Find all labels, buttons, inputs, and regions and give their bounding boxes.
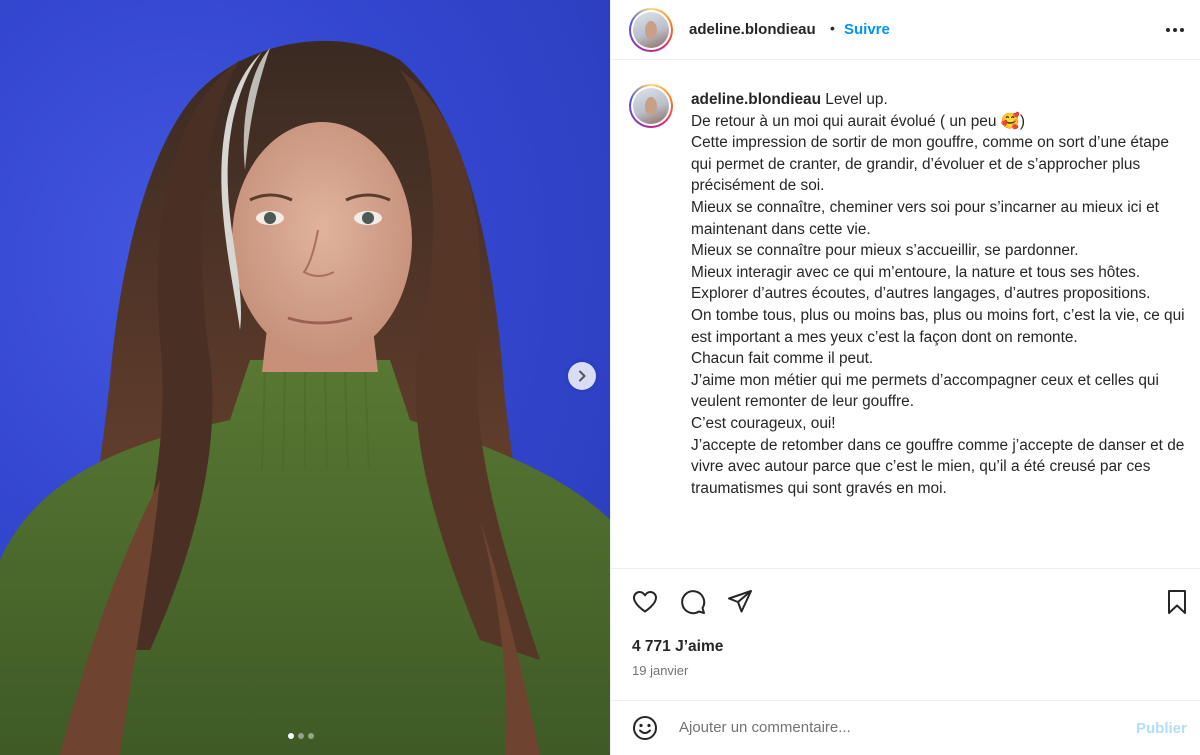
caption-text: adeline.blondieau Level up. De retour à … [691,89,1186,499]
post-panel: adeline.blondieau • Suivre adeline.blond… [610,0,1200,755]
caption-username[interactable]: adeline.blondieau [691,91,821,108]
comment-bar: Publier [611,700,1200,755]
heart-icon [633,591,657,613]
more-options-icon [1166,28,1184,32]
share-button[interactable] [725,587,755,617]
like-button[interactable] [630,587,660,617]
like-count[interactable]: 4 771 J’aime [632,638,723,656]
carousel-next-button[interactable] [568,362,596,390]
carousel-dot [308,733,314,739]
post-photo [0,40,610,755]
bookmark-icon [1168,590,1186,614]
post-media[interactable] [0,0,610,755]
comment-icon [681,590,706,615]
carousel-dot [298,733,304,739]
post-date[interactable]: 19 janvier [632,663,688,678]
caption-area[interactable]: adeline.blondieau Level up. De retour à … [611,68,1200,568]
post-dialog: adeline.blondieau • Suivre adeline.blond… [0,0,1200,755]
username-link[interactable]: adeline.blondieau [689,21,816,38]
carousel-indicator [288,733,314,739]
actions-divider [611,568,1200,569]
more-options-button[interactable] [1163,18,1187,42]
comment-input[interactable] [679,719,1079,736]
paper-plane-icon [728,590,752,613]
post-header: adeline.blondieau • Suivre [611,0,1200,60]
emoji-icon [633,716,657,740]
save-button[interactable] [1162,587,1192,617]
avatar-image [633,12,669,48]
publish-button[interactable]: Publier [1136,720,1187,737]
avatar-image [633,88,669,124]
emoji-button[interactable] [630,713,660,743]
comment-button[interactable] [678,587,708,617]
caption-avatar[interactable] [629,84,673,128]
follow-button[interactable]: Suivre [844,21,890,38]
carousel-dot [288,733,294,739]
separator-dot: • [830,20,835,36]
avatar[interactable] [629,8,673,52]
caption-body: Level up. De retour à un moi qui aurait … [691,91,1185,497]
chevron-right-icon [579,370,586,382]
